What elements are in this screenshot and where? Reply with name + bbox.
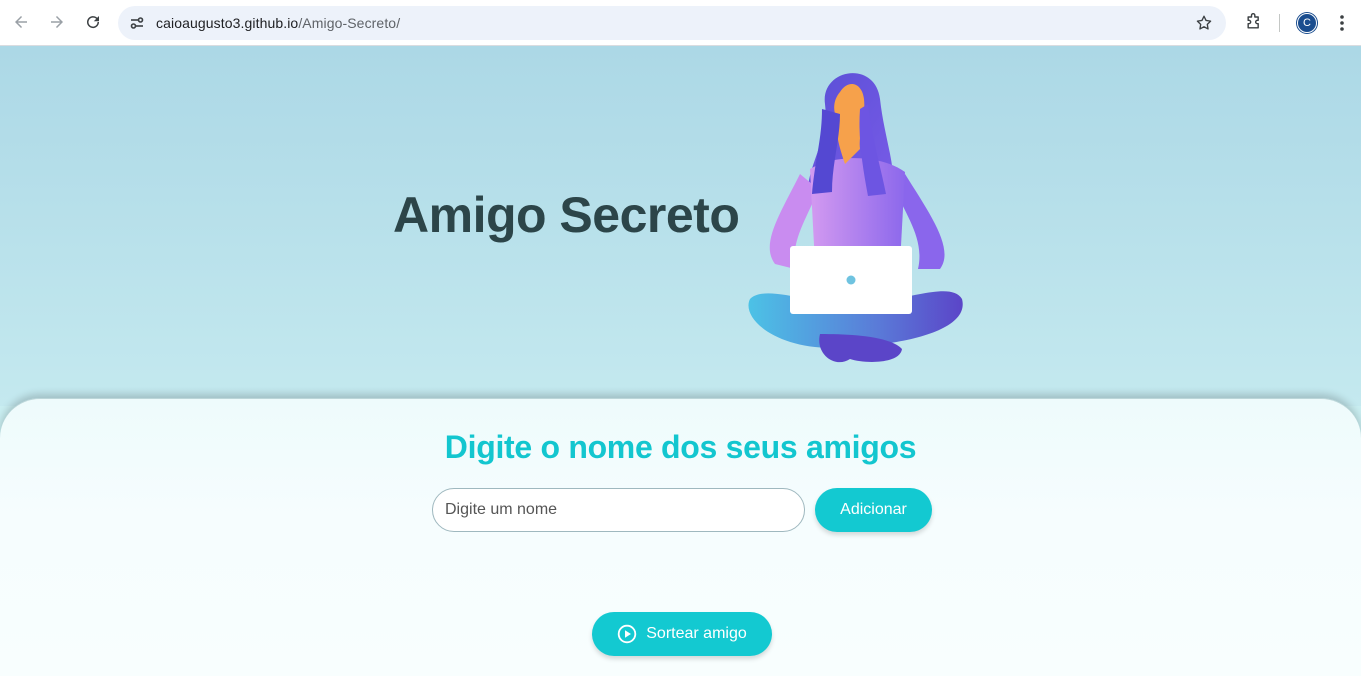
back-button[interactable] — [6, 7, 36, 37]
back-arrow-icon — [15, 16, 27, 28]
form-panel: Digite o nome dos seus amigos Adicionar … — [0, 398, 1361, 676]
extensions-puzzle-icon — [1247, 13, 1259, 29]
url-path: /Amigo-Secreto/ — [298, 15, 401, 31]
bookmark-button[interactable] — [1192, 11, 1216, 35]
hero-section: Amigo Secreto — [0, 46, 1361, 406]
page-title: Amigo Secreto — [393, 187, 740, 243]
draw-button-label: Sortear amigo — [646, 625, 747, 642]
reload-icon — [87, 16, 100, 29]
more-menu-button[interactable] — [1330, 9, 1354, 37]
url-host: caioaugusto3.github.io — [156, 15, 299, 31]
more-menu-icon — [1340, 15, 1344, 31]
friend-name-input[interactable] — [432, 488, 805, 532]
play-circle-icon — [618, 624, 637, 644]
add-button[interactable]: Adicionar — [815, 488, 932, 532]
browser-toolbar: caioaugusto3.github.io/Amigo-Secreto/ C — [0, 0, 1361, 46]
reload-button[interactable] — [78, 7, 108, 37]
woman-with-laptop-illustration — [748, 73, 963, 363]
site-info-icon — [130, 17, 144, 29]
url-text[interactable]: caioaugusto3.github.io/Amigo-Secreto/ — [156, 15, 400, 31]
forward-button[interactable] — [42, 7, 72, 37]
section-heading: Digite o nome dos seus amigos — [444, 429, 917, 465]
profile-avatar[interactable]: C — [1297, 13, 1317, 33]
bookmark-star-icon — [1196, 15, 1212, 30]
draw-friend-button[interactable]: Sortear amigo — [592, 612, 772, 656]
site-info-button[interactable] — [124, 10, 150, 36]
extensions-button[interactable] — [1240, 8, 1268, 36]
toolbar-separator — [1279, 14, 1280, 32]
forward-arrow-icon — [51, 16, 63, 28]
address-bar[interactable]: caioaugusto3.github.io/Amigo-Secreto/ — [118, 6, 1226, 40]
